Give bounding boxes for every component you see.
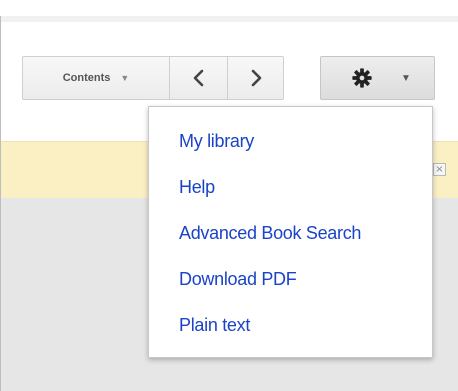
chevron-right-icon [251,69,261,87]
menu-item-plain-text[interactable]: Plain text [179,315,250,336]
next-page-button[interactable] [227,56,284,100]
chevron-left-icon [193,69,203,87]
settings-caret-icon: ▼ [401,72,411,84]
notice-close-icon[interactable]: × [433,163,446,176]
settings-dropdown-menu: My library Help Advanced Book Search Dow… [148,106,433,358]
menu-item-my-library[interactable]: My library [179,131,254,152]
previous-page-button[interactable] [169,56,228,100]
contents-button[interactable]: Contents ▼ [22,56,170,100]
contents-caret-icon: ▼ [120,73,130,83]
menu-item-advanced-book-search[interactable]: Advanced Book Search [179,223,361,244]
left-border [0,16,1,391]
contents-button-label: Contents [62,72,111,84]
top-strip [0,0,458,16]
menu-item-download-pdf[interactable]: Download PDF [179,269,297,290]
gear-icon [352,68,372,88]
settings-button[interactable]: ▼ [320,56,435,100]
menu-item-help[interactable]: Help [179,177,215,198]
